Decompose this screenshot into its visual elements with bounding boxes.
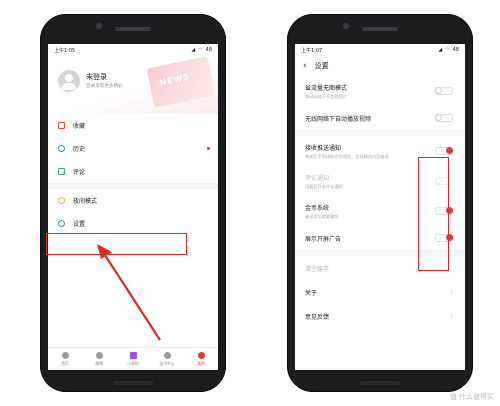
home-bar bbox=[113, 381, 153, 385]
earpiece bbox=[362, 27, 398, 31]
setting-data-saver[interactable]: 省流量无图模式 移动网络下不加载图片 bbox=[295, 76, 465, 106]
tab-mine[interactable]: 我的 bbox=[184, 348, 218, 370]
battery-level: 48 bbox=[452, 47, 459, 53]
front-camera bbox=[96, 23, 102, 29]
short-video-icon bbox=[129, 351, 137, 359]
data-saver-toggle[interactable] bbox=[435, 87, 453, 95]
star-icon bbox=[58, 122, 65, 129]
tab-short-video[interactable]: 小视频 bbox=[116, 348, 150, 370]
profile-header[interactable]: NEWS 未登录 登录发现更多精彩 bbox=[48, 55, 218, 114]
setting-autoplay-wifi[interactable]: 无线网络下自动播放视频 bbox=[295, 106, 465, 130]
gear-icon bbox=[58, 220, 65, 227]
left-screen: 上午1:05 ◢ ◠ 48 NEWS 未登录 登录发现更多精彩 收藏 历史 评论… bbox=[48, 44, 218, 370]
feedback-row[interactable]: 意见反馈 › bbox=[295, 304, 465, 328]
menu-item-label: 收藏 bbox=[73, 123, 86, 130]
highlight-box-toggles bbox=[418, 157, 449, 271]
home-icon bbox=[61, 351, 69, 359]
settings-nav-bar: ‹ 设置 bbox=[295, 56, 465, 76]
back-icon[interactable]: ‹ bbox=[303, 61, 307, 71]
menu-item-comments[interactable]: 评论 bbox=[48, 160, 218, 183]
menu-item-night-mode[interactable]: 夜间模式 bbox=[48, 189, 218, 212]
signal-icon: ◢ bbox=[438, 47, 443, 53]
status-bar: 上午1:07 ◢ ◠ 48 bbox=[295, 44, 465, 56]
menu-item-label: 评论 bbox=[73, 169, 86, 176]
status-time: 上午1:05 bbox=[54, 47, 76, 54]
bottom-tab-bar: 首页 视频 小视频 金币中心 我的 bbox=[48, 347, 218, 370]
autoplay-toggle[interactable] bbox=[435, 114, 453, 122]
home-bar bbox=[360, 381, 400, 385]
earpiece bbox=[115, 27, 151, 31]
moon-icon bbox=[58, 197, 65, 204]
play-icon bbox=[95, 351, 103, 359]
menu-item-label: 设置 bbox=[73, 221, 86, 228]
status-bar: 上午1:05 ◢ ◠ 48 bbox=[48, 44, 218, 56]
page-title: 设置 bbox=[314, 62, 329, 70]
push-notifications-toggle[interactable] bbox=[435, 147, 453, 155]
battery-level: 48 bbox=[205, 47, 212, 53]
wifi-icon: ◠ bbox=[198, 47, 203, 53]
left-phone: 上午1:05 ◢ ◠ 48 NEWS 未登录 登录发现更多精彩 收藏 历史 评论… bbox=[40, 14, 226, 392]
avatar[interactable] bbox=[58, 70, 80, 92]
menu-item-label: 夜间模式 bbox=[73, 198, 98, 205]
tab-coin-center[interactable]: 金币中心 bbox=[150, 348, 184, 370]
signal-icon: ◢ bbox=[191, 47, 196, 53]
login-title[interactable]: 未登录 bbox=[86, 72, 107, 82]
about-row[interactable]: 关于 › bbox=[295, 280, 465, 304]
menu-item-favorites[interactable]: 收藏 bbox=[48, 114, 218, 137]
menu-item-history[interactable]: 历史 bbox=[48, 137, 218, 160]
clock-icon bbox=[58, 145, 65, 152]
highlight-box-settings bbox=[46, 233, 187, 255]
login-subtitle: 登录发现更多精彩 bbox=[86, 84, 123, 89]
menu-item-label: 历史 bbox=[73, 146, 86, 153]
profile-icon bbox=[197, 351, 205, 359]
front-camera bbox=[343, 23, 349, 29]
chevron-right-icon: › bbox=[450, 288, 453, 296]
watermark: 值·什么值得买 bbox=[449, 393, 494, 401]
notification-badge bbox=[207, 147, 210, 150]
news-banner-decoration: NEWS bbox=[146, 55, 216, 109]
comment-icon bbox=[58, 168, 65, 175]
menu-item-settings[interactable]: 设置 bbox=[48, 212, 218, 235]
status-time: 上午1:07 bbox=[301, 47, 323, 54]
tab-video[interactable]: 视频 bbox=[82, 348, 116, 370]
chevron-right-icon: › bbox=[450, 312, 453, 320]
wifi-icon: ◠ bbox=[445, 47, 450, 53]
coin-icon bbox=[163, 351, 171, 359]
tab-home[interactable]: 首页 bbox=[48, 348, 82, 370]
